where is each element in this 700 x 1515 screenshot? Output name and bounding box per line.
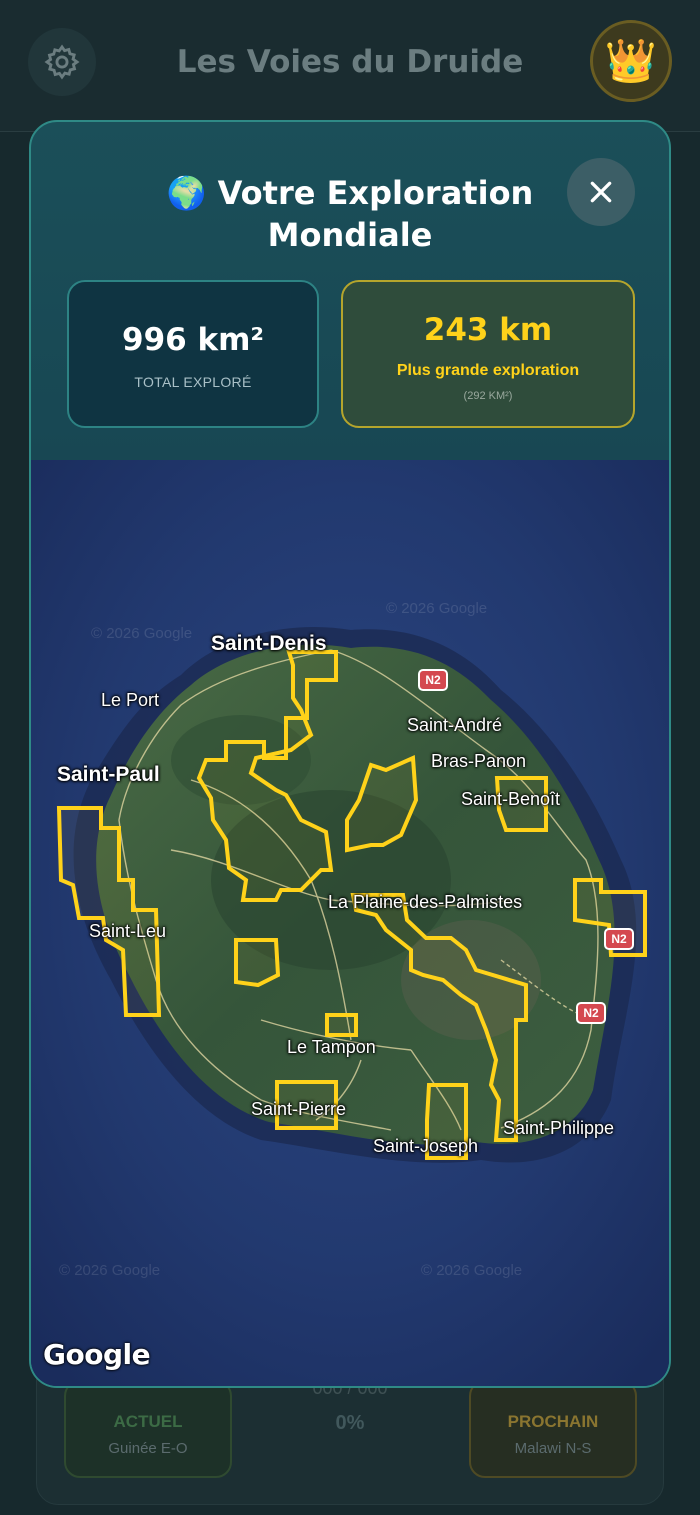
- close-button[interactable]: [567, 158, 635, 226]
- total-explored-card: 996 km² TOTAL EXPLORÉ: [67, 280, 319, 428]
- next-card-title: PROCHAIN: [507, 1412, 599, 1431]
- place-le-tampon: Le Tampon: [287, 1037, 376, 1057]
- progress-percent: 0%: [335, 1412, 365, 1434]
- best-exploration-value: 243 km: [423, 312, 553, 348]
- modal-title-text: Votre Exploration Mondiale: [217, 174, 534, 254]
- best-exploration-area: (292 KM²): [463, 390, 513, 402]
- current-card-title: ACTUEL: [113, 1412, 183, 1431]
- map-watermark: © 2026 Google: [386, 600, 488, 617]
- place-le-port: Le Port: [101, 690, 160, 710]
- road-shield-n2: N2: [418, 669, 448, 691]
- best-exploration-label: Plus grande exploration: [396, 362, 580, 379]
- premium-button[interactable]: 👑: [590, 20, 672, 102]
- place-saint-philippe: Saint-Philippe: [503, 1118, 615, 1138]
- road-shield-n2: N2: [604, 928, 634, 950]
- best-exploration-card: 243 km Plus grande exploration (292 KM²): [341, 280, 635, 428]
- explored-zone-tampon: [325, 1013, 358, 1037]
- top-bar: Les Voies du Druide 👑: [0, 0, 700, 132]
- explored-zone-small-1: [234, 938, 281, 988]
- current-card-subtitle: Guinée E-O: [108, 1440, 188, 1457]
- place-saint-paul: Saint-Paul: [57, 763, 160, 786]
- modal-title: 🌍 Votre Exploration Mondiale: [91, 172, 609, 256]
- exploration-modal: 🌍 Votre Exploration Mondiale 996 km² TOT…: [29, 120, 671, 1388]
- place-bras-panon: Bras-Panon: [431, 751, 527, 771]
- close-icon: [590, 181, 612, 203]
- place-saint-joseph: Saint-Joseph: [373, 1136, 479, 1156]
- total-explored-label: TOTAL EXPLORÉ: [134, 374, 252, 390]
- road-shield-n2: N2: [576, 1002, 606, 1024]
- current-route-card[interactable]: ACTUEL Guinée E-O: [64, 1380, 232, 1478]
- total-explored-value: 996 km²: [122, 322, 264, 358]
- map-watermark: © 2026 Google: [91, 625, 193, 642]
- place-saint-andre: Saint-André: [407, 715, 503, 735]
- place-plaine-des-palmistes: La Plaine-des-Palmistes: [328, 892, 523, 912]
- place-saint-benoit: Saint-Benoît: [461, 789, 561, 809]
- place-saint-pierre: Saint-Pierre: [251, 1099, 347, 1119]
- next-card-subtitle: Malawi N-S: [514, 1440, 592, 1457]
- map-watermark: © 2026 Google: [421, 1262, 523, 1279]
- google-logo[interactable]: Google: [43, 1338, 151, 1371]
- place-saint-denis: Saint-Denis: [211, 632, 327, 655]
- crown-icon: 👑: [604, 36, 658, 84]
- next-route-card[interactable]: PROCHAIN Malawi N-S: [469, 1380, 637, 1478]
- globe-icon: 🌍: [166, 174, 207, 212]
- exploration-map[interactable]: © 2026 Google © 2026 Google © 2026 Googl…: [31, 460, 669, 1386]
- place-saint-leu: Saint-Leu: [89, 921, 167, 941]
- map-watermark: © 2026 Google: [59, 1262, 161, 1279]
